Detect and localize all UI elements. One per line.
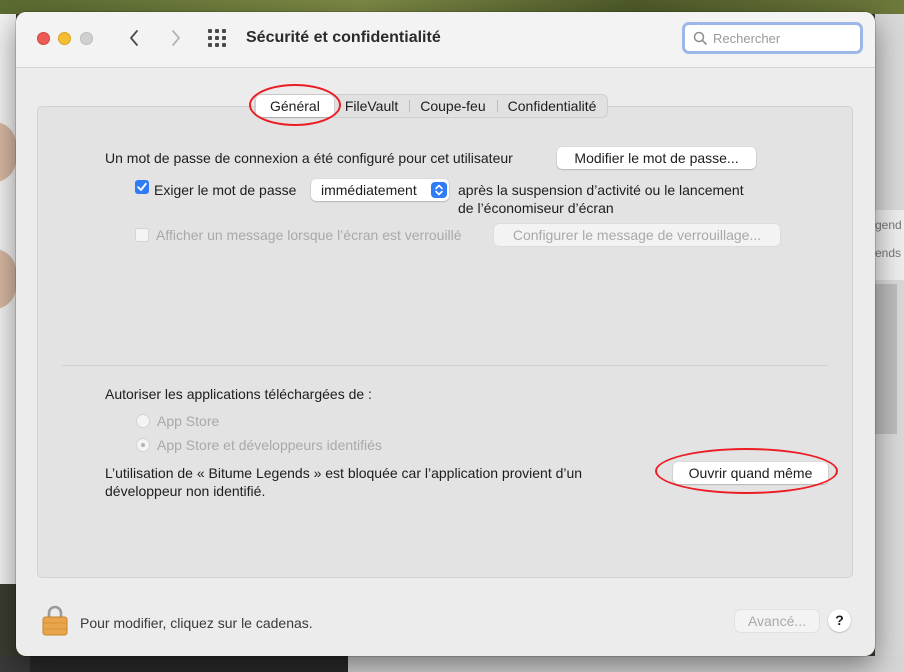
password-delay-value: immédiatement — [321, 182, 417, 198]
lock-icon[interactable] — [42, 604, 68, 636]
change-password-button[interactable]: Modifier le mot de passe... — [557, 147, 756, 169]
require-password-checkbox[interactable] — [135, 180, 149, 194]
tab-bar: Général FileVault Coupe-feu Confidential… — [254, 94, 609, 118]
show-message-checkbox[interactable] — [135, 228, 149, 242]
background-bottom-left — [30, 656, 348, 672]
blocked-app-text-line1: L’utilisation de « Bitume Legends » est … — [105, 465, 583, 481]
checkmark-icon — [137, 182, 147, 191]
blocked-app-text-line2: développeur non identifié. — [105, 483, 266, 499]
background-bottom — [0, 656, 904, 672]
allow-apps-label: Autoriser les applications téléchargées … — [105, 386, 372, 402]
radio-app-store-identified-devs-label: App Store et développeurs identifiés — [157, 437, 382, 453]
background-card: gend ends — [875, 210, 904, 280]
minimize-button[interactable] — [58, 32, 71, 45]
background-bottom-right — [348, 656, 904, 672]
tab-privacy[interactable]: Confidentialité — [496, 95, 608, 117]
window-title: Sécurité et confidentialité — [246, 29, 441, 46]
chevron-right-icon — [172, 30, 180, 46]
close-button[interactable] — [37, 32, 50, 45]
forward-button[interactable] — [164, 26, 188, 50]
password-delay-select[interactable]: immédiatement — [311, 179, 449, 201]
password-configured-text: Un mot de passe de connexion a été confi… — [105, 150, 513, 166]
show-all-grid-icon[interactable] — [208, 29, 230, 49]
radio-app-store[interactable] — [136, 414, 150, 428]
show-message-label: Afficher un message lorsque l’écran est … — [156, 227, 462, 243]
radio-app-store-identified-devs[interactable] — [136, 438, 150, 452]
configure-lock-message-button[interactable]: Configurer le message de verrouillage... — [494, 224, 780, 246]
search-field[interactable] — [682, 22, 863, 54]
chevron-left-icon — [130, 30, 138, 46]
advanced-button[interactable]: Avancé... — [735, 610, 819, 632]
search-icon — [693, 31, 707, 45]
background-card-text: gend — [875, 218, 902, 232]
tab-filevault[interactable]: FileVault — [334, 95, 409, 117]
back-button[interactable] — [122, 26, 146, 50]
help-button[interactable]: ? — [828, 609, 851, 632]
zoom-button[interactable] — [80, 32, 93, 45]
require-password-label: Exiger le mot de passe — [154, 182, 297, 198]
background-avatar — [0, 122, 16, 182]
background-card-text: ends — [875, 246, 902, 260]
popup-arrows-icon — [431, 182, 447, 198]
radio-app-store-label: App Store — [157, 413, 220, 429]
background-avatar — [0, 249, 16, 309]
preferences-window: Sécurité et confidentialité Général File… — [16, 12, 875, 656]
title-bar: Sécurité et confidentialité — [16, 12, 875, 68]
background-card-image — [875, 284, 897, 434]
background-app-left-edge — [0, 14, 16, 584]
tab-general[interactable]: Général — [256, 95, 334, 117]
background-app-right-edge: gend ends — [875, 14, 904, 672]
search-input[interactable] — [713, 30, 843, 46]
open-anyway-button[interactable]: Ouvrir quand même — [673, 462, 828, 484]
tab-firewall[interactable]: Coupe-feu — [409, 95, 496, 117]
after-suspend-text-line1: après la suspension d’activité ou le lan… — [458, 182, 744, 198]
after-suspend-text-line2: de l’économiseur d’écran — [458, 200, 614, 216]
tab-content-panel — [37, 106, 853, 578]
section-divider — [62, 365, 828, 366]
lock-hint-text: Pour modifier, cliquez sur le cadenas. — [80, 615, 313, 631]
